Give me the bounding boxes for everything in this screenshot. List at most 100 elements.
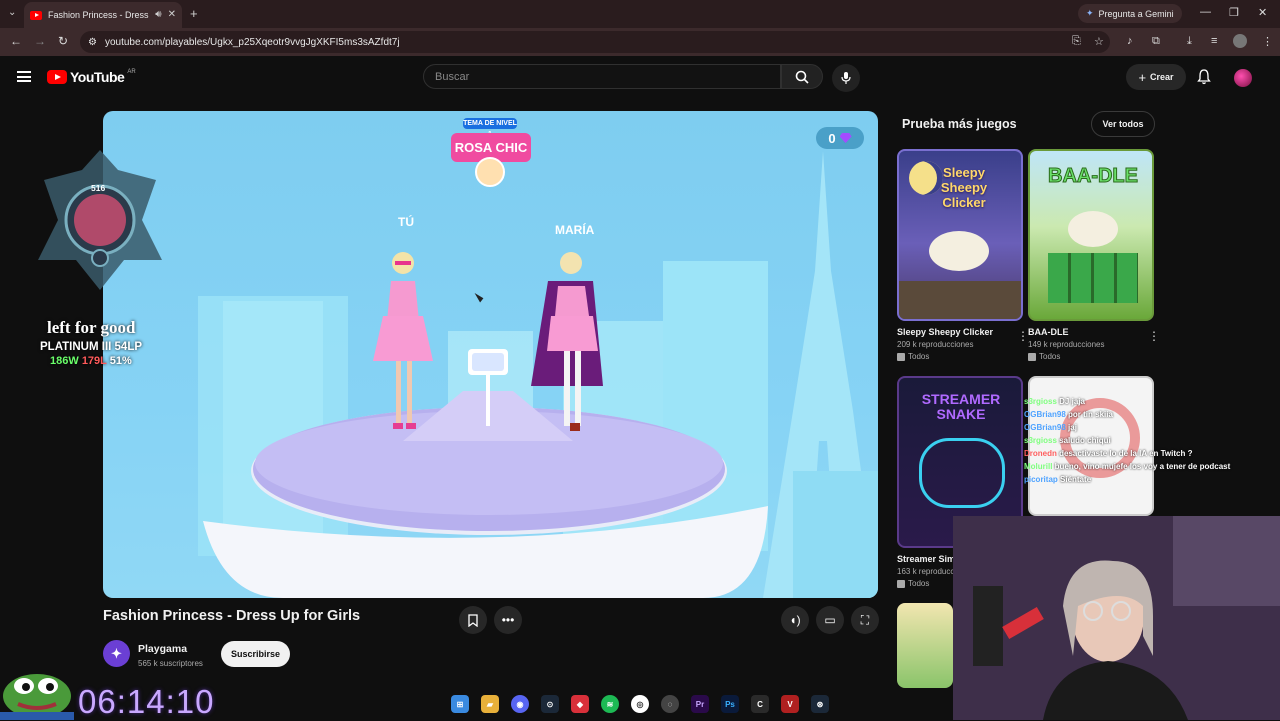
volume-icon: ◖) (789, 613, 801, 627)
channel-name[interactable]: Playgama (138, 643, 187, 655)
gem-count: 0 (828, 130, 836, 146)
game-launcher-icon[interactable]: ◆ (571, 695, 589, 713)
game-thumbnail[interactable]: Sleepy Sheepy Clicker (897, 149, 1023, 321)
chrome-menu-icon[interactable]: ⋮ (1262, 35, 1273, 48)
chrome-profile-icon[interactable] (1233, 34, 1247, 48)
chat-message: Dronedn desactivaste lo de la IA en Twit… (1024, 447, 1254, 460)
tab-close-icon[interactable]: ✕ (168, 10, 176, 20)
photoshop-icon[interactable]: Ps (721, 695, 739, 713)
tab-search-chevron-icon[interactable]: ⌄ (8, 8, 16, 18)
back-icon[interactable]: ← (10, 34, 22, 48)
gemini-button[interactable]: ✦ Pregunta a Gemini (1078, 4, 1182, 23)
card-more-icon[interactable]: ⋮ (1148, 329, 1160, 343)
rank-emblem-icon (38, 150, 162, 290)
youtube-play-icon (47, 70, 67, 84)
microphone-icon (841, 72, 851, 84)
reload-icon[interactable]: ↻ (58, 34, 68, 48)
mute-button[interactable]: ◖) (781, 606, 809, 634)
discord-icon[interactable]: ◉ (511, 695, 529, 713)
youtube-logo[interactable]: YouTube AR (47, 69, 136, 85)
game-card-tag: Todos (897, 352, 1023, 361)
obs-icon[interactable]: ◌ (661, 695, 679, 713)
minimize-icon[interactable]: — (1200, 6, 1211, 18)
media-control-icon[interactable]: ♪ (1127, 35, 1133, 47)
game-card[interactable]: BAA-DLE BAA-DLE 149 k reproducciones Tod… (1028, 149, 1160, 361)
save-button[interactable] (459, 606, 487, 634)
restore-icon[interactable]: ❐ (1229, 6, 1239, 19)
extensions-icon[interactable]: ⧉ (1152, 35, 1160, 48)
capcut-icon[interactable]: C (751, 695, 769, 713)
browser-tab-active[interactable]: Fashion Princess - Dress Up 🔊︎ ✕ (24, 2, 182, 28)
chat-username: Molurill (1024, 462, 1055, 471)
site-info-icon[interactable]: ⚙︎ (88, 37, 97, 48)
subscribe-button[interactable]: Suscribirse (221, 641, 290, 667)
forward-icon[interactable]: → (34, 34, 46, 48)
stream-chat-overlay: s3rgioss DJ jaja OGBrian98 por tin skiia O… (1024, 395, 1254, 486)
address-bar[interactable]: ⚙︎ youtube.com/playables/Ugkx_p25Xqeotr9… (80, 31, 1110, 53)
install-app-icon[interactable]: ⎘ (1072, 35, 1081, 48)
gemini-spark-icon: ✦ (1086, 8, 1094, 18)
window-close-icon[interactable]: ✕ (1258, 6, 1267, 19)
theater-mode-button[interactable]: ▭ (816, 606, 844, 634)
chat-username: s3rgioss (1024, 397, 1060, 406)
fullscreen-icon: ⛶ (860, 612, 870, 627)
youtube-masthead: YouTube AR Buscar + Crear (0, 56, 1280, 100)
tab-audio-icon[interactable]: 🔊︎ (155, 10, 161, 20)
bookmark-star-icon[interactable]: ☆ (1094, 35, 1104, 48)
hamburger-menu-icon[interactable] (17, 71, 31, 82)
file-explorer-icon[interactable]: ▰ (481, 695, 499, 713)
more-actions-button[interactable]: ••• (494, 606, 522, 634)
steam-icon[interactable]: ⊙ (541, 695, 559, 713)
voicemod-icon[interactable]: V (781, 695, 799, 713)
thumbnail-title: BAA-DLE (1048, 165, 1139, 188)
search-button[interactable] (781, 64, 823, 89)
chat-message: OGBrian98 por tin skiia (1024, 408, 1254, 421)
more-horizontal-icon: ••• (501, 613, 515, 627)
chat-username: OGBrian98 (1024, 410, 1069, 419)
youtube-wordmark: YouTube (70, 69, 125, 85)
game-card-title[interactable]: BAA-DLE (1028, 327, 1154, 337)
fullscreen-button[interactable]: ⛶ (851, 606, 879, 634)
game-card-tag-label: Todos (1039, 352, 1061, 361)
tag-icon (897, 579, 905, 588)
windows-taskbar: ⊞ ▰ ◉ ⊙ ◆ ≋ ◎ ◌ Pr Ps C V ⊛ (445, 688, 835, 720)
view-all-button[interactable]: Ver todos (1091, 111, 1155, 137)
voice-search-button[interactable] (832, 64, 860, 92)
rank-winloss: 186W 179L 51% (50, 355, 132, 367)
search-icon (795, 70, 809, 84)
game-card-tag-label: Todos (908, 579, 930, 588)
game-thumbnail[interactable]: BAA-DLE (1028, 149, 1154, 321)
spotify-icon[interactable]: ≋ (601, 695, 619, 713)
browser-toolbar: ← → ↻ ⚙︎ youtube.com/playables/Ugkx_p25X… (0, 28, 1280, 56)
chat-text: DJ jaja (1059, 397, 1085, 406)
reading-list-icon[interactable]: ≡ (1211, 35, 1217, 47)
chat-message: s3rgioss DJ jaja (1024, 395, 1254, 408)
stream-timer: 06:14:10 (78, 683, 215, 720)
create-button[interactable]: + Crear (1126, 64, 1186, 90)
player-label-you: TÚ (398, 215, 414, 229)
downloads-icon[interactable]: ⤓ (1187, 35, 1192, 48)
game-thumbnail-partial[interactable] (897, 603, 953, 688)
chat-text: saludo chiqui (1059, 436, 1111, 445)
profile-avatar[interactable] (1234, 69, 1252, 87)
windows-start-icon[interactable]: ⊞ (451, 695, 469, 713)
chat-text: por tin skiia (1068, 410, 1113, 419)
game-frame[interactable]: 0 TEMA DE NIVEL 1 ROSA CHIC TÚ MARÍA (103, 111, 878, 598)
chrome-icon[interactable]: ◎ (631, 695, 649, 713)
chat-message: Molurill bueno, vino mujefe los voy a te… (1024, 460, 1254, 473)
search-input[interactable]: Buscar (423, 64, 781, 89)
chat-text: jaj (1068, 423, 1077, 432)
notifications-bell-icon[interactable] (1197, 69, 1211, 85)
rank-winrate: 51% (109, 355, 132, 367)
game-card[interactable]: Sleepy Sheepy Clicker Sleepy Sheepy Clic… (897, 149, 1029, 361)
streamer-webcam-image (953, 516, 1280, 720)
gem-counter: 0 (816, 127, 864, 149)
browser-tab-strip: ⌄ Fashion Princess - Dress Up 🔊︎ ✕ + ✦ P… (0, 0, 1280, 28)
premiere-icon[interactable]: Pr (691, 695, 709, 713)
chat-username: picoritap (1024, 475, 1061, 484)
chat-username: OGBrian98 (1024, 423, 1069, 432)
game-card-title[interactable]: Sleepy Sheepy Clicker (897, 327, 1023, 337)
steam-secondary-icon[interactable]: ⊛ (811, 695, 829, 713)
channel-avatar[interactable]: ✦ (103, 640, 130, 667)
new-tab-icon[interactable]: + (190, 7, 198, 20)
